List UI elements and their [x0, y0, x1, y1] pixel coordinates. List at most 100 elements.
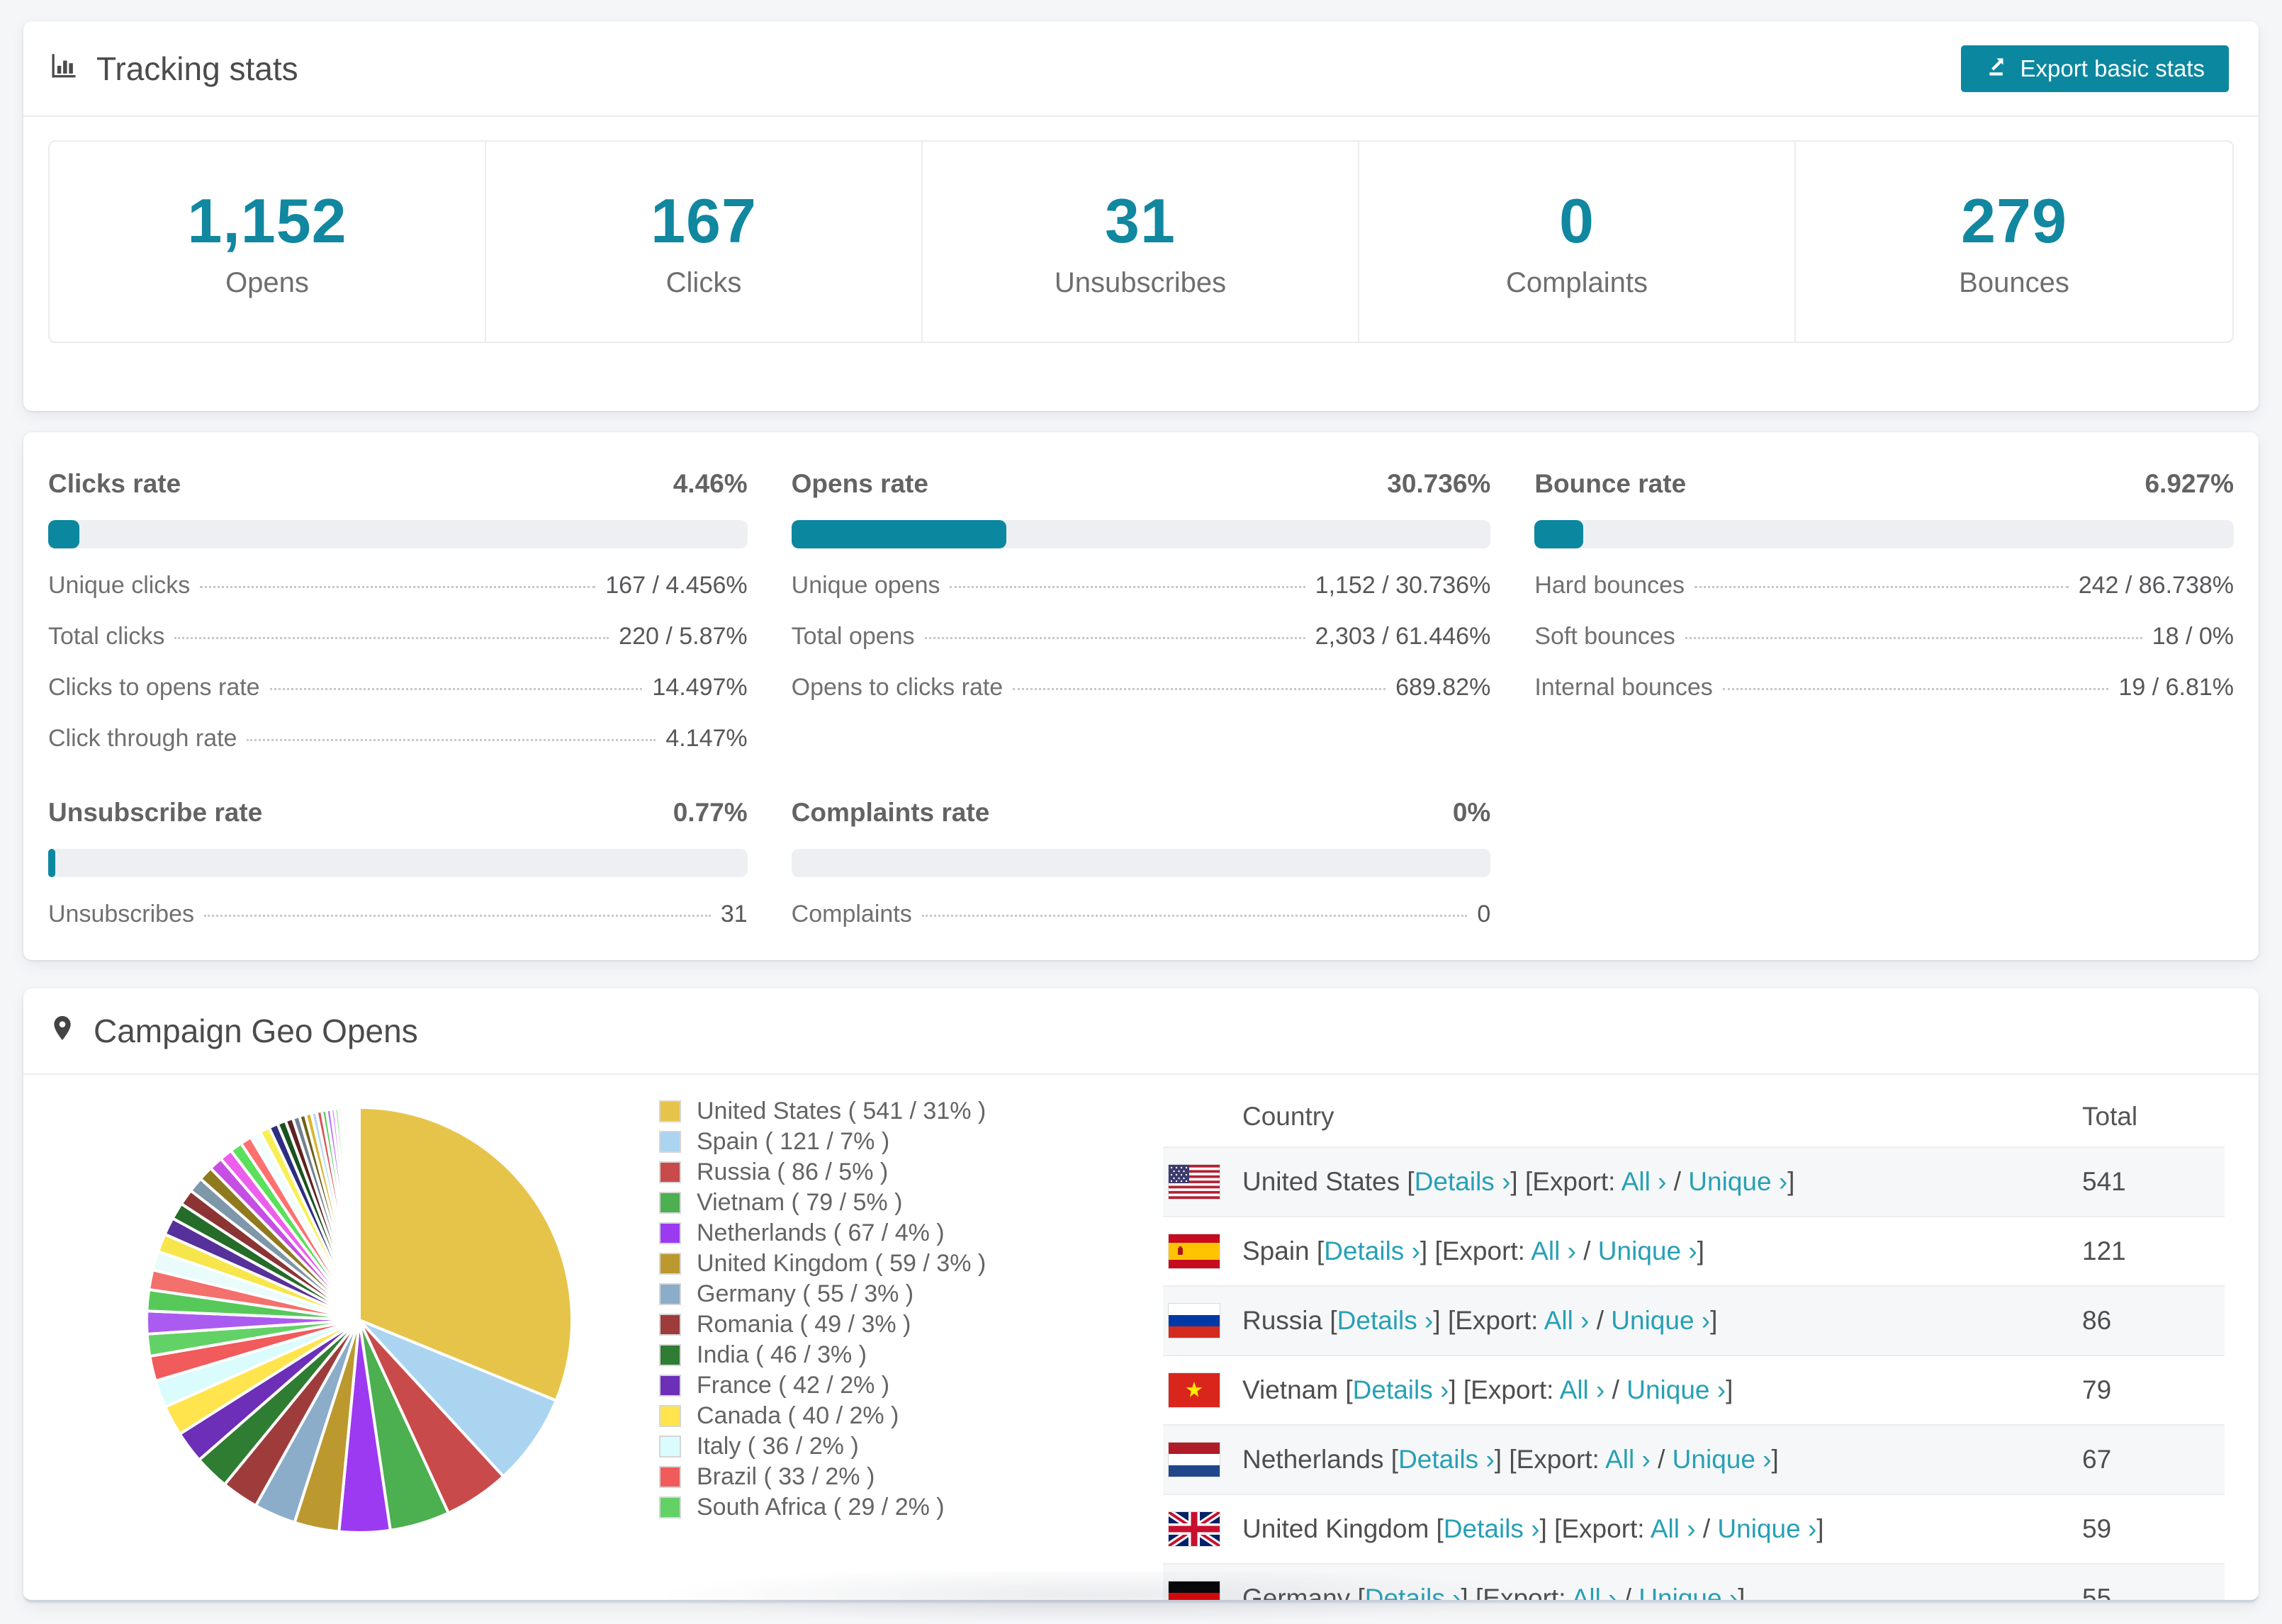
- legend-item-germany: Germany ( 55 / 3% ): [659, 1279, 986, 1309]
- metric-label: Hard bounces: [1534, 572, 1685, 599]
- export-unique-link[interactable]: Unique ›: [1717, 1514, 1816, 1543]
- progress-bar-fill: [48, 520, 79, 548]
- dotted-leader: [200, 586, 596, 588]
- legend-label: Canada ( 40 / 2% ): [697, 1402, 899, 1429]
- rate-section-complaints-rate: Complaints rate 0% Complaints 0: [791, 798, 1491, 928]
- rate-head: Complaints rate 0%: [792, 798, 1491, 828]
- metric-label: Total opens: [791, 623, 915, 650]
- rate-section-opens-rate: Opens rate 30.736% Unique opens 1,152 / …: [791, 469, 1491, 752]
- details-link[interactable]: Details ›: [1337, 1306, 1434, 1335]
- details-link[interactable]: Details ›: [1415, 1167, 1511, 1196]
- export-all-link[interactable]: All ›: [1605, 1445, 1651, 1474]
- export-all-link[interactable]: All ›: [1572, 1584, 1617, 1600]
- stat-complaints: 0 Complaints: [1359, 142, 1796, 342]
- country-name: Spain: [1242, 1236, 1310, 1265]
- legend-swatch: [659, 1496, 681, 1518]
- export-unique-link[interactable]: Unique ›: [1673, 1445, 1772, 1474]
- legend-label: Italy ( 36 / 2% ): [697, 1433, 859, 1460]
- legend-item-netherlands: Netherlands ( 67 / 4% ): [659, 1218, 986, 1248]
- metric-value: 4.147%: [665, 725, 748, 752]
- metric-label: Unsubscribes: [48, 901, 194, 927]
- country-row-russia: Russia [Details ›] [Export: All › / Uniq…: [1163, 1285, 2225, 1355]
- legend-swatch: [659, 1466, 681, 1488]
- legend-label: Vietnam ( 79 / 5% ): [697, 1189, 903, 1216]
- details-link[interactable]: Details ›: [1398, 1445, 1495, 1474]
- rate-value: 0.77%: [673, 798, 748, 827]
- geo-opens-pie-chart[interactable]: [133, 1093, 586, 1547]
- stat-label: Clicks: [665, 266, 742, 298]
- stat-label: Unsubscribes: [1054, 266, 1227, 298]
- export-all-link[interactable]: All ›: [1651, 1514, 1696, 1543]
- export-all-link[interactable]: All ›: [1531, 1236, 1576, 1265]
- metric-row-complaints: Complaints 0: [792, 901, 1491, 928]
- summary-stats-row: 1,152 Opens 167 Clicks 31 Unsubscribes 0…: [48, 140, 2234, 343]
- export-unique-link[interactable]: Unique ›: [1598, 1236, 1697, 1265]
- legend-item-romania: Romania ( 49 / 3% ): [659, 1309, 986, 1340]
- legend-swatch: [659, 1375, 681, 1397]
- dotted-leader: [269, 688, 643, 690]
- metric-row-total-opens: Total opens 2,303 / 61.446%: [792, 623, 1491, 650]
- legend-item-brazil: Brazil ( 33 / 2% ): [659, 1462, 986, 1492]
- export-all-link[interactable]: All ›: [1544, 1306, 1590, 1335]
- stat-label: Bounces: [1959, 266, 2069, 298]
- metric-label: Unique clicks: [48, 572, 191, 599]
- rate-section-unsubscribe-rate: Unsubscribe rate 0.77% Unsubscribes 31: [48, 798, 748, 928]
- campaign-geo-opens-card: Campaign Geo Opens United States ( 541 /…: [23, 988, 2259, 1602]
- country-row-netherlands: Netherlands [Details ›] [Export: All › /…: [1163, 1424, 2225, 1494]
- progress-bar-track: [48, 520, 748, 548]
- rate-section-bounce-rate: Bounce rate 6.927% Hard bounces 242 / 86…: [1534, 469, 2234, 752]
- metric-label: Clicks to opens rate: [48, 674, 260, 701]
- legend-item-united-states: United States ( 541 / 31% ): [659, 1096, 986, 1127]
- pie-legend: United States ( 541 / 31% ) Spain ( 121 …: [659, 1096, 986, 1523]
- dotted-leader: [247, 739, 656, 741]
- export-unique-link[interactable]: Unique ›: [1688, 1167, 1787, 1196]
- details-link[interactable]: Details ›: [1353, 1375, 1449, 1404]
- flag-icon-de: [1169, 1581, 1220, 1600]
- legend-item-india: India ( 46 / 3% ): [659, 1340, 986, 1370]
- total-cell: 79: [2082, 1375, 2112, 1404]
- details-link[interactable]: Details ›: [1365, 1584, 1461, 1600]
- dotted-leader: [1722, 688, 2109, 690]
- legend-swatch: [659, 1222, 681, 1244]
- export-unique-link[interactable]: Unique ›: [1611, 1306, 1710, 1335]
- total-cell: 86: [2082, 1306, 2112, 1335]
- column-header-total: Total: [2082, 1102, 2138, 1131]
- geo-opens-body: United States ( 541 / 31% ) Spain ( 121 …: [23, 1075, 2259, 1600]
- country-name: Russia: [1242, 1306, 1323, 1335]
- stat-clicks: 167 Clicks: [486, 142, 923, 342]
- rate-head: Bounce rate 6.927%: [1534, 469, 2234, 499]
- details-link[interactable]: Details ›: [1324, 1236, 1420, 1265]
- export-all-link[interactable]: All ›: [1560, 1375, 1605, 1404]
- stat-label: Complaints: [1505, 266, 1648, 298]
- export-unique-link[interactable]: Unique ›: [1626, 1375, 1726, 1404]
- progress-bar-fill: [1534, 520, 1583, 548]
- metric-value: 0: [1477, 901, 1491, 927]
- country-name: Vietnam: [1242, 1375, 1339, 1404]
- tracking-stats-card: Tracking stats Export basic stats 1,152 …: [23, 21, 2259, 411]
- tracking-stats-header: Tracking stats Export basic stats: [23, 21, 2259, 117]
- rate-head: Clicks rate 4.46%: [48, 469, 748, 499]
- legend-swatch: [659, 1100, 681, 1122]
- legend-item-united-kingdom: United Kingdom ( 59 / 3% ): [659, 1248, 986, 1279]
- tracking-stats-title: Tracking stats: [48, 49, 298, 88]
- metric-label: Internal bounces: [1534, 674, 1713, 701]
- total-cell: 55: [2082, 1584, 2112, 1602]
- rates-grid: Clicks rate 4.46% Unique clicks 167 / 4.…: [48, 469, 2234, 928]
- legend-label: South Africa ( 29 / 2% ): [697, 1494, 945, 1521]
- legend-item-italy: Italy ( 36 / 2% ): [659, 1431, 986, 1462]
- details-link[interactable]: Details ›: [1444, 1514, 1540, 1543]
- export-basic-stats-button[interactable]: Export basic stats: [1960, 45, 2229, 92]
- legend-swatch: [659, 1283, 681, 1305]
- stat-bounces: 279 Bounces: [1796, 142, 2232, 342]
- metric-row-unsubscribes: Unsubscribes 31: [48, 901, 748, 928]
- metric-value: 31: [720, 901, 748, 927]
- country-row-spain: Spain [Details ›] [Export: All › / Uniqu…: [1163, 1216, 2225, 1285]
- export-unique-link[interactable]: Unique ›: [1639, 1584, 1738, 1600]
- legend-label: France ( 42 / 2% ): [697, 1372, 890, 1399]
- rate-title: Opens rate: [791, 469, 928, 498]
- legend-swatch: [659, 1253, 681, 1275]
- export-all-link[interactable]: All ›: [1621, 1167, 1667, 1196]
- legend-label: Russia ( 86 / 5% ): [697, 1158, 889, 1185]
- dotted-leader: [1694, 586, 2069, 588]
- flag-icon-ru: [1169, 1304, 1220, 1338]
